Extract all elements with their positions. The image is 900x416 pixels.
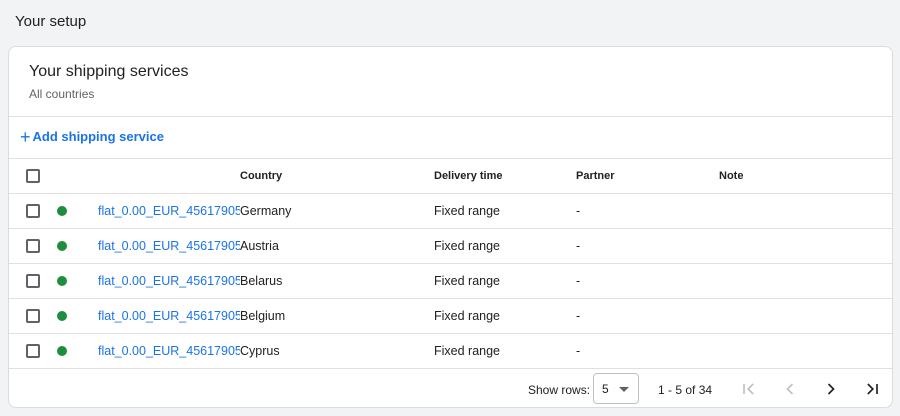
service-name-link[interactable]: flat_0.00_EUR_45617905 (98, 204, 240, 218)
service-name-link[interactable]: flat_0.00_EUR_45617905 (98, 239, 240, 253)
chevron-right-icon (827, 383, 835, 395)
row-checkbox[interactable] (26, 204, 40, 218)
row-country: Belarus (240, 274, 283, 288)
table-row: flat_0.00_EUR_45617905 Cyprus Fixed rang… (9, 334, 892, 369)
row-partner: - (576, 274, 581, 288)
select-all-checkbox[interactable] (26, 169, 40, 183)
pagination-range: 1 - 5 of 34 (658, 383, 713, 397)
row-country: Cyprus (240, 344, 280, 358)
show-rows-label: Show rows: (528, 383, 591, 397)
row-partner: - (576, 309, 581, 323)
card-subtitle: All countries (29, 87, 95, 101)
row-checkbox[interactable] (26, 239, 40, 253)
card-header: Your shipping services All countries (9, 47, 892, 117)
status-active-icon (57, 241, 67, 251)
table-row: flat_0.00_EUR_45617905 Belarus Fixed ran… (9, 264, 892, 299)
column-header-delivery-time[interactable]: Delivery time (434, 170, 502, 182)
status-active-icon (57, 206, 67, 216)
status-active-icon (57, 346, 67, 356)
add-shipping-service-button[interactable]: + Add shipping service (20, 126, 164, 147)
add-shipping-service-label: Add shipping service (32, 129, 164, 144)
status-active-icon (57, 311, 67, 321)
service-name-link[interactable]: flat_0.00_EUR_45617905 (98, 344, 240, 358)
row-partner: - (576, 344, 581, 358)
row-delivery-time: Fixed range (434, 344, 501, 358)
row-delivery-time: Fixed range (434, 309, 501, 323)
table-header-row: Country Delivery time Partner Note (9, 159, 892, 194)
last-page-button[interactable] (858, 375, 886, 403)
column-header-country[interactable]: Country (240, 170, 282, 182)
column-header-partner[interactable]: Partner (576, 170, 615, 182)
status-active-icon (57, 276, 67, 286)
service-name-link[interactable]: flat_0.00_EUR_45617905 (98, 274, 240, 288)
card-title: Your shipping services (29, 63, 189, 80)
service-name-link[interactable]: flat_0.00_EUR_45617905 (98, 309, 240, 323)
row-delivery-time: Fixed range (434, 274, 501, 288)
column-header-note[interactable]: Note (719, 170, 743, 182)
table-row: flat_0.00_EUR_45617905 Germany Fixed ran… (9, 194, 892, 229)
chevron-left-icon (786, 383, 794, 395)
section-title: Your setup (15, 13, 87, 30)
toolbar: + Add shipping service (9, 117, 892, 159)
row-country: Belgium (240, 309, 286, 323)
row-checkbox[interactable] (26, 344, 40, 358)
first-page-button[interactable] (735, 375, 763, 403)
plus-icon: + (20, 126, 31, 147)
table-row: flat_0.00_EUR_45617905 Belgium Fixed ran… (9, 299, 892, 334)
row-country: Austria (240, 239, 279, 253)
table-pagination: Show rows: 5 1 - 5 of 34 (9, 369, 892, 407)
row-partner: - (576, 239, 581, 253)
previous-page-button[interactable] (776, 375, 804, 403)
rows-per-page-value: 5 (602, 381, 609, 396)
shipping-services-table: Country Delivery time Partner Note flat_… (9, 159, 892, 369)
row-delivery-time: Fixed range (434, 239, 501, 253)
first-page-icon (743, 383, 754, 395)
table-row: flat_0.00_EUR_45617905 Austria Fixed ran… (9, 229, 892, 264)
row-checkbox[interactable] (26, 274, 40, 288)
rows-per-page-select[interactable]: 5 (593, 373, 639, 404)
last-page-icon (867, 383, 878, 395)
caret-down-icon (619, 387, 629, 392)
row-delivery-time: Fixed range (434, 204, 501, 218)
row-country: Germany (240, 204, 292, 218)
row-checkbox[interactable] (26, 309, 40, 323)
shipping-services-card: Your shipping services All countries + A… (8, 46, 893, 408)
next-page-button[interactable] (817, 375, 845, 403)
row-partner: - (576, 204, 581, 218)
